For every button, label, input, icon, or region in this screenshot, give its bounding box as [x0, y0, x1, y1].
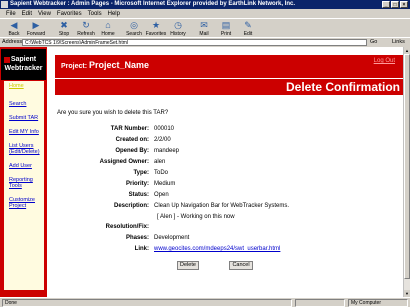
back-button[interactable]: ◀ Back — [2, 20, 26, 37]
search-icon: ◎ — [130, 20, 138, 30]
detail-row: Resolution/Fix: — [105, 224, 149, 230]
sidebar-item-search[interactable]: Search — [9, 101, 26, 107]
tar-link[interactable]: www.geocites.com/mdeeps24/swt_userbar.ht… — [154, 246, 280, 252]
scroll-thumb[interactable] — [404, 54, 410, 279]
home-button[interactable]: ⌂ Home — [96, 20, 120, 37]
stop-button[interactable]: ✖ Stop — [52, 20, 76, 37]
work-note: [ Alen ] - Working on this now — [157, 214, 235, 220]
scroll-down-icon[interactable]: ▼ — [404, 290, 410, 297]
minimize-button[interactable]: _ — [382, 1, 390, 8]
confirm-question: Are you sure you wish to delete this TAR… — [57, 110, 169, 116]
stop-icon: ✖ — [60, 20, 68, 30]
search-button[interactable]: ◎ Search — [122, 20, 146, 37]
vertical-scrollbar[interactable]: ▲ ▼ — [403, 47, 410, 297]
ie-icon — [1, 1, 8, 8]
sidebar-item-customize-project[interactable]: Customize Project — [9, 197, 39, 209]
mail-button[interactable]: ✉ Mail — [192, 20, 216, 37]
delete-button[interactable]: Delete — [177, 261, 199, 270]
address-input[interactable]: C:\WebTCS 1\9\Screens\AdminFrameSet.html — [22, 39, 367, 46]
scroll-up-icon[interactable]: ▲ — [404, 47, 410, 54]
menu-bar: File Edit View Favorites Tools Help — [0, 9, 410, 18]
status-text: Done — [2, 299, 292, 307]
window-titlebar: Sapient Webtracker : Admin Pages - Micro… — [0, 0, 410, 9]
menu-file[interactable]: File — [6, 11, 16, 17]
menu-tools[interactable]: Tools — [88, 11, 102, 17]
forward-button[interactable]: ▶ Forward — [24, 20, 48, 37]
sidebar-item-submit-tar[interactable]: Submit TAR — [9, 115, 38, 121]
detail-row: Priority: Medium — [125, 181, 176, 187]
refresh-icon: ↻ — [82, 20, 90, 30]
maximize-button[interactable]: □ — [391, 1, 399, 8]
page-content: Sapient Webtracker Home Search Submit TA… — [0, 47, 403, 297]
sidebar-item-reporting-tools[interactable]: Reporting Tools — [9, 177, 39, 189]
status-bar: Done My Computer — [0, 297, 410, 307]
menu-edit[interactable]: Edit — [22, 11, 32, 17]
detail-row: Phases: Development — [125, 235, 190, 241]
sidebar-item-add-user[interactable]: Add User — [9, 163, 32, 169]
sidebar: Sapient Webtracker Home Search Submit TA… — [0, 47, 47, 297]
favorites-button[interactable]: ★ Favorites — [144, 20, 168, 37]
mail-icon: ✉ — [200, 20, 208, 30]
main-panel: Project: Project_Name Log Out Delete Con… — [47, 47, 403, 297]
sidebar-nav: Home Search Submit TAR Edit MY Info List… — [4, 81, 44, 290]
detail-row: Assigned Owner: alen — [99, 159, 166, 165]
address-bar: Address C:\WebTCS 1\9\Screens\AdminFrame… — [0, 37, 410, 47]
detail-row: Description: Clean Up Navigation Bar for … — [113, 203, 290, 209]
forward-icon: ▶ — [32, 20, 40, 30]
sidebar-item-edit-my-info[interactable]: Edit MY Info — [9, 129, 39, 135]
detail-row: TAR Number: 000010 — [110, 126, 175, 132]
favorites-icon: ★ — [151, 20, 161, 30]
menu-view[interactable]: View — [38, 11, 51, 17]
logout-link[interactable]: Log Out — [374, 58, 395, 64]
close-button[interactable]: × — [400, 1, 408, 8]
detail-row: Created on: 2/2/00 — [115, 137, 171, 143]
refresh-button[interactable]: ↻ Refresh — [74, 20, 98, 37]
print-button[interactable]: ▤ Print — [214, 20, 238, 37]
window-title: Sapient Webtracker : Admin Pages - Micro… — [10, 1, 296, 7]
home-icon: ⌂ — [105, 20, 111, 30]
edit-button[interactable]: ✎ Edit — [236, 20, 260, 37]
menu-help[interactable]: Help — [108, 11, 120, 17]
cancel-button[interactable]: Cancel — [229, 261, 253, 270]
project-name: Project_Name — [89, 60, 150, 70]
browser-toolbar: ◀ Back ▶ Forward ✖ Stop ↻ Refresh ⌂ Home ◎ Sea… — [0, 18, 410, 37]
sidebar-item-home[interactable]: Home — [9, 83, 24, 89]
project-header: Project: Project_Name Log Out — [55, 55, 403, 78]
print-icon: ▤ — [221, 20, 231, 30]
logo-mark-icon — [4, 57, 10, 63]
sapient-logo: Sapient Webtracker — [1, 49, 46, 80]
history-icon: ◷ — [174, 20, 182, 30]
page-title: Delete Confirmation — [285, 80, 400, 94]
go-button[interactable]: Go — [370, 39, 377, 45]
menu-favorites[interactable]: Favorites — [57, 11, 82, 17]
links-button[interactable]: Links — [392, 39, 405, 45]
address-label: Address — [2, 39, 23, 45]
page-title-bar: Delete Confirmation — [55, 78, 403, 95]
back-icon: ◀ — [10, 20, 18, 30]
detail-row: Link: www.geocites.com/mdeeps24/swt_userb… — [134, 246, 281, 252]
edit-icon: ✎ — [244, 20, 252, 30]
zone-indicator: My Computer — [348, 299, 408, 307]
detail-row: Status: Open — [128, 192, 169, 198]
project-title: Project: Project_Name — [61, 60, 150, 70]
detail-row: Opened By: mandeep — [115, 148, 180, 154]
status-blank — [295, 299, 345, 307]
detail-row: Type: ToDo — [133, 170, 169, 176]
history-button[interactable]: ◷ History — [166, 20, 190, 37]
sidebar-item-list-users[interactable]: List Users (Edit/Delete) — [9, 143, 43, 155]
